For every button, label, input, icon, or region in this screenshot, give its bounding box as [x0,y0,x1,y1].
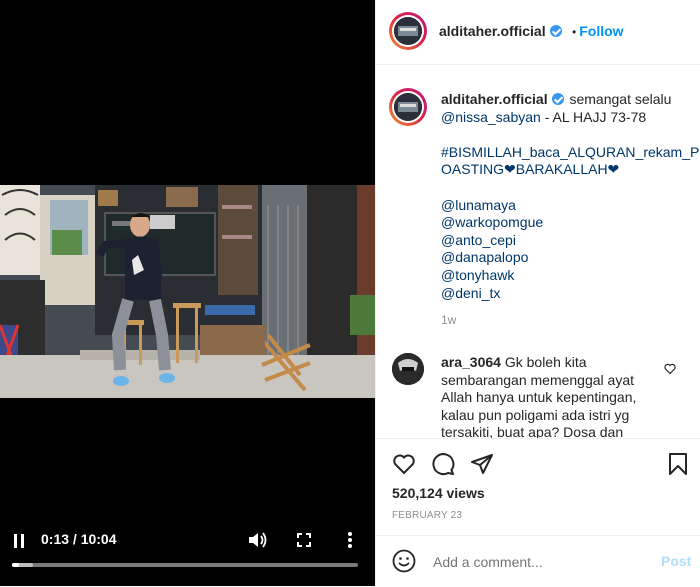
verified-badge-icon [551,93,564,105]
save-button[interactable] [667,452,689,476]
post-caption: alditaher.official semangat selalu @niss… [441,91,700,330]
paper-plane-icon [471,454,493,474]
fullscreen-button[interactable] [297,533,311,547]
comment-button[interactable] [431,452,455,476]
post-actions: 520,124 views FEBRUARY 23 [376,438,700,539]
pause-icon [14,534,24,548]
caption-text: semangat selalu [569,91,672,107]
progress-played [12,563,20,567]
caption-username[interactable]: alditaher.official [441,91,548,107]
post-header: alditaher.official • Follow [376,0,700,65]
volume-icon [249,532,267,548]
caption-mention-item[interactable]: @anto_cepi [441,232,691,250]
caption-hashtag-line: OASTING❤BARAKALLAH❤ [441,161,620,178]
video-player[interactable]: 0:13 / 10:04 [0,0,375,586]
verified-badge-icon [549,25,562,37]
more-vertical-icon [348,532,352,548]
add-comment-bar: Post [376,535,700,587]
header-separator: • [572,25,577,39]
heart-icon [664,363,676,375]
video-frame[interactable] [0,185,375,398]
caption-mention-item[interactable]: @danapalopo [441,249,691,267]
caption-mention[interactable]: @nissa_sabyan [441,109,541,125]
post-date[interactable]: FEBRUARY 23 [392,510,462,521]
like-button[interactable] [392,452,416,476]
comment-bubble-icon [432,453,455,476]
caption-mention-item[interactable]: @lunamaya [441,197,691,215]
post-comment-button[interactable]: Post [661,553,691,569]
follow-button[interactable]: Follow [579,23,623,39]
author-avatar[interactable] [389,12,427,50]
smiley-icon [392,549,416,573]
caption-mention-item[interactable]: @tonyhawk [441,267,691,285]
caption-age[interactable]: 1w [441,312,691,330]
caption-hashtag[interactable]: #BISMILLAH_baca_ALQURAN_rekam_P OASTING❤… [441,143,700,179]
author-username[interactable]: alditaher.official [439,23,546,39]
comment: ara_3064 Gk boleh kita sembarangan memen… [441,354,641,438]
video-time: 0:13 / 10:04 [41,531,117,547]
fullscreen-icon [297,533,311,547]
comment-avatar-image [392,353,424,385]
volume-button[interactable] [248,531,268,549]
progress-bar[interactable] [12,563,358,567]
heart-icon [393,454,415,475]
caption-hashtag-line: #BISMILLAH_baca_ALQURAN_rekam_P [441,143,700,160]
caption-mention-item[interactable]: @deni_tx [441,285,691,303]
comment-like-button[interactable] [664,362,676,375]
comment-avatar[interactable] [392,353,424,385]
more-options-button[interactable] [347,532,353,548]
caption-mention-item[interactable]: @warkopomgue [441,214,691,232]
post-side-panel: alditaher.official • Follow alditaher.off… [375,0,700,586]
avatar-image [394,17,422,45]
caption-avatar[interactable] [389,88,427,126]
bookmark-icon [669,453,687,475]
comments-scroll-area[interactable]: alditaher.official semangat selalu @niss… [376,64,700,438]
pause-button[interactable] [13,534,25,548]
comment-input[interactable] [431,551,655,573]
view-count[interactable]: 520,124 views [392,485,485,501]
share-button[interactable] [470,452,494,476]
caption-text-2: - AL HAJJ 73-78 [540,108,647,125]
avatar-image [394,93,422,121]
video-scene [0,185,375,398]
emoji-button[interactable] [392,549,416,573]
comment-username[interactable]: ara_3064 [441,354,501,370]
